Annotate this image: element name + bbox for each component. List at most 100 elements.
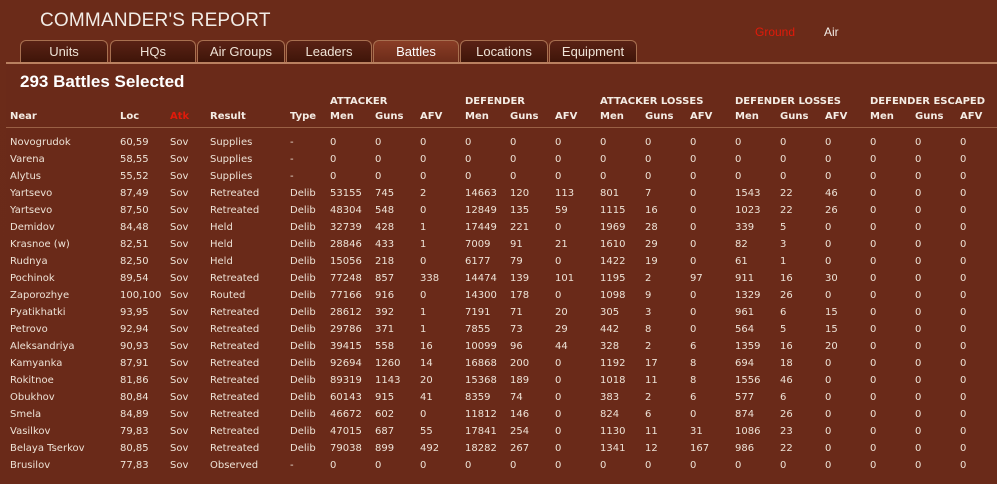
table-row[interactable]: Pochinok 89,54 Sov Retreated Delib 77248 857 33… (0, 272, 997, 289)
cell-loc: 82,51 (120, 239, 149, 250)
column-header-defender-escaped-guns[interactable]: Guns (915, 111, 943, 122)
column-header-type[interactable]: Type (290, 111, 316, 122)
column-header-defender-losses-guns[interactable]: Guns (780, 111, 808, 122)
table-row[interactable]: Alytus 55,52 Sov Supplies - 0 0 0 0 0 0 0 0 0 0 0 0 0 0 0 (0, 170, 997, 187)
cell-defender-escaped-afv: 0 (960, 375, 967, 386)
table-row[interactable]: Rokitnoe 81,86 Sov Retreated Delib 89319 1143 2… (0, 374, 997, 391)
column-header-attacker-guns[interactable]: Guns (375, 111, 403, 122)
cell-attacker-afv: 338 (420, 273, 440, 284)
column-header-result[interactable]: Result (210, 111, 246, 122)
table-row[interactable]: Varena 58,55 Sov Supplies - 0 0 0 0 0 0 0 0 0 0 0 0 0 0 0 (0, 153, 997, 170)
column-header-attacker-losses-guns[interactable]: Guns (645, 111, 673, 122)
tab-leaders[interactable]: Leaders (286, 40, 372, 62)
column-header-loc[interactable]: Loc (120, 111, 139, 122)
cell-attacker-afv: 492 (420, 443, 440, 454)
column-header-attacker-losses-men[interactable]: Men (600, 111, 624, 122)
cell-defender-afv: 0 (555, 137, 562, 148)
table-row[interactable]: Vasilkov 79,83 Sov Retreated Delib 47015 687 55… (0, 425, 997, 442)
tab-hqs[interactable]: HQs (110, 40, 196, 62)
column-header-attacker-losses-afv[interactable]: AFV (690, 111, 712, 122)
column-header-defender-guns[interactable]: Guns (510, 111, 538, 122)
air-toggle[interactable]: Air (824, 25, 839, 39)
tab-battles[interactable]: Battles (373, 40, 459, 63)
table-row[interactable]: Kamyanka 87,91 Sov Retreated Delib 92694 1260 1… (0, 357, 997, 374)
cell-defender-men: 8359 (465, 392, 491, 403)
tab-locations[interactable]: Locations (460, 40, 548, 62)
ground-toggle[interactable]: Ground (755, 25, 795, 39)
table-row[interactable]: Zaporozhye 100,100 Sov Routed Delib 77166 916 0… (0, 289, 997, 306)
cell-defender-escaped-men: 0 (870, 409, 877, 420)
cell-attacker-men: 0 (330, 171, 337, 182)
group-header-defender-escaped: DEFENDER ESCAPED (870, 96, 986, 107)
cell-attacker-losses-afv: 6 (690, 341, 697, 352)
table-row[interactable]: Pyatikhatki 93,95 Sov Retreated Delib 28612 39… (0, 306, 997, 323)
cell-attacker-losses-men: 1195 (600, 273, 626, 284)
cell-near: Pyatikhatki (10, 307, 66, 318)
tab-units[interactable]: Units (20, 40, 108, 62)
cell-attacker-guns: 915 (375, 392, 395, 403)
cell-attacker-losses-guns: 16 (645, 205, 658, 216)
cell-attacker-losses-men: 442 (600, 324, 620, 335)
cell-defender-escaped-guns: 0 (915, 154, 922, 165)
cell-attacker-losses-guns: 6 (645, 409, 652, 420)
cell-defender-escaped-afv: 0 (960, 307, 967, 318)
table-row[interactable]: Krasnoe (w) 82,51 Sov Held Delib 28846 433 1 700… (0, 238, 997, 255)
column-header-defender-men[interactable]: Men (465, 111, 489, 122)
cell-defender-losses-guns: 16 (780, 273, 793, 284)
cell-defender-guns: 79 (510, 256, 523, 267)
column-header-defender-escaped-afv[interactable]: AFV (960, 111, 982, 122)
cell-attacker-guns: 548 (375, 205, 395, 216)
cell-defender-escaped-guns: 0 (915, 409, 922, 420)
cell-defender-losses-men: 1556 (735, 375, 761, 386)
cell-attacker-afv: 20 (420, 375, 433, 386)
cell-attacker-guns: 558 (375, 341, 395, 352)
table-row[interactable]: Obukhov 80,84 Sov Retreated Delib 60143 915 41 8… (0, 391, 997, 408)
cell-defender-afv: 0 (555, 392, 562, 403)
cell-attacker-men: 0 (330, 154, 337, 165)
cell-defender-losses-guns: 6 (780, 392, 787, 403)
cell-atk: Sov (170, 443, 189, 454)
tab-air-groups[interactable]: Air Groups (197, 40, 285, 62)
cell-result: Retreated (210, 392, 260, 403)
column-header-defender-escaped-men[interactable]: Men (870, 111, 894, 122)
cell-atk: Sov (170, 273, 189, 284)
column-header-attacker-afv[interactable]: AFV (420, 111, 442, 122)
cell-attacker-guns: 1143 (375, 375, 401, 386)
cell-attacker-losses-guns: 0 (645, 137, 652, 148)
table-row[interactable]: Novogrudok 60,59 Sov Supplies - 0 0 0 0 0 0 0 0 0 0 0 0 0… (0, 136, 997, 153)
table-row[interactable]: Smela 84,89 Sov Retreated Delib 46672 602 0 1181… (0, 408, 997, 425)
column-header-defender-afv[interactable]: AFV (555, 111, 577, 122)
cell-defender-escaped-afv: 0 (960, 426, 967, 437)
cell-attacker-men: 60143 (330, 392, 362, 403)
table-row[interactable]: Demidov 84,48 Sov Held Delib 32739 428 1 17449 22… (0, 221, 997, 238)
table-row[interactable]: Brusilov 77,83 Sov Observed - 0 0 0 0 0 0 0 0 0 0 0 0 0 0 0 (0, 459, 997, 476)
tab-equipment[interactable]: Equipment (549, 40, 637, 62)
column-header-near[interactable]: Near (10, 111, 37, 122)
cell-attacker-losses-afv: 167 (690, 443, 710, 454)
cell-attacker-afv: 1 (420, 307, 427, 318)
cell-loc: 80,84 (120, 392, 149, 403)
cell-attacker-men: 39415 (330, 341, 362, 352)
cell-defender-losses-afv: 0 (825, 460, 832, 471)
cell-atk: Sov (170, 324, 189, 335)
cell-defender-losses-guns: 22 (780, 443, 793, 454)
cell-defender-escaped-men: 0 (870, 137, 877, 148)
table-row[interactable]: Petrovo 92,94 Sov Retreated Delib 29786 371 1 78… (0, 323, 997, 340)
column-header-defender-losses-men[interactable]: Men (735, 111, 759, 122)
cell-atk: Sov (170, 188, 189, 199)
cell-defender-escaped-men: 0 (870, 460, 877, 471)
column-header-defender-losses-afv[interactable]: AFV (825, 111, 847, 122)
column-header-attacker-men[interactable]: Men (330, 111, 354, 122)
table-row[interactable]: Aleksandriya 90,93 Sov Retreated Delib 39415 5… (0, 340, 997, 357)
column-header-atk[interactable]: Atk (170, 111, 189, 122)
cell-result: Routed (210, 290, 246, 301)
cell-defender-losses-afv: 0 (825, 358, 832, 369)
cell-defender-losses-men: 986 (735, 443, 755, 454)
table-row[interactable]: Yartsevo 87,50 Sov Retreated Delib 48304 548 0 1… (0, 204, 997, 221)
table-row[interactable]: Belaya Tserkov 80,85 Sov Retreated Delib 7903… (0, 442, 997, 459)
table-row[interactable]: Yartsevo 87,49 Sov Retreated Delib 53155 745 2 1… (0, 187, 997, 204)
cell-type: Delib (290, 307, 316, 318)
cell-defender-losses-men: 1543 (735, 188, 761, 199)
cell-defender-losses-men: 961 (735, 307, 755, 318)
table-row[interactable]: Rudnya 82,50 Sov Held Delib 15056 218 0 6177 79 0 1… (0, 255, 997, 272)
